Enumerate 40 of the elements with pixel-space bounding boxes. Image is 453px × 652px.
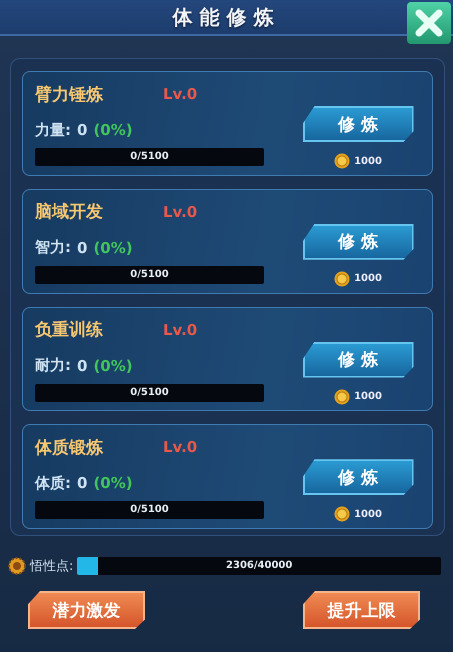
action-button[interactable]: 潜力激发 bbox=[28, 591, 145, 629]
insight-label: 悟性点: bbox=[30, 558, 74, 575]
coin-icon bbox=[334, 270, 350, 287]
train-button[interactable]: 修 炼 bbox=[302, 224, 414, 260]
coin-icon bbox=[334, 153, 350, 169]
train-button[interactable]: 修 炼 bbox=[302, 342, 414, 378]
training-name: 臂力锤炼 bbox=[35, 84, 104, 106]
stat-value: 0 bbox=[77, 121, 88, 139]
cost-text: 1000 bbox=[354, 508, 382, 520]
window-title: 体能修炼 bbox=[172, 4, 280, 30]
level-label: Lv.0 bbox=[163, 202, 198, 221]
coin-icon bbox=[334, 388, 350, 404]
training-name: 负重训练 bbox=[35, 319, 104, 341]
training-name: 脑域开发 bbox=[35, 201, 104, 224]
close-icon bbox=[414, 8, 444, 38]
level-label: Lv.0 bbox=[163, 438, 198, 456]
train-button[interactable]: 修 炼 bbox=[302, 459, 414, 496]
stat-percent: (0%) bbox=[93, 356, 133, 374]
insight-text: 2306/40000 bbox=[225, 559, 294, 573]
stat-label: 耐力: bbox=[35, 356, 71, 375]
train-button[interactable]: 修 炼 bbox=[302, 106, 414, 142]
level-label: Lv.0 bbox=[163, 320, 198, 338]
cost-text: 1000 bbox=[354, 156, 382, 166]
close-button[interactable] bbox=[407, 2, 451, 44]
stat-percent: (0%) bbox=[93, 474, 133, 492]
gear-icon bbox=[8, 557, 26, 575]
training-name: 体质锻炼 bbox=[35, 436, 104, 459]
level-label: Lv.0 bbox=[163, 85, 198, 103]
cost-text: 1000 bbox=[354, 273, 382, 284]
stat-label: 智力: bbox=[35, 238, 71, 258]
stat-percent: (0%) bbox=[93, 238, 133, 257]
action-button[interactable]: 提升上限 bbox=[303, 591, 420, 629]
cost-text: 1000 bbox=[354, 391, 382, 402]
stat-value: 0 bbox=[77, 356, 88, 374]
stat-label: 力量: bbox=[35, 120, 71, 140]
coin-icon bbox=[334, 506, 350, 522]
stat-label: 体质: bbox=[35, 474, 71, 493]
stat-value: 0 bbox=[77, 474, 88, 492]
stat-value: 0 bbox=[77, 238, 88, 257]
stat-percent: (0%) bbox=[93, 121, 133, 139]
